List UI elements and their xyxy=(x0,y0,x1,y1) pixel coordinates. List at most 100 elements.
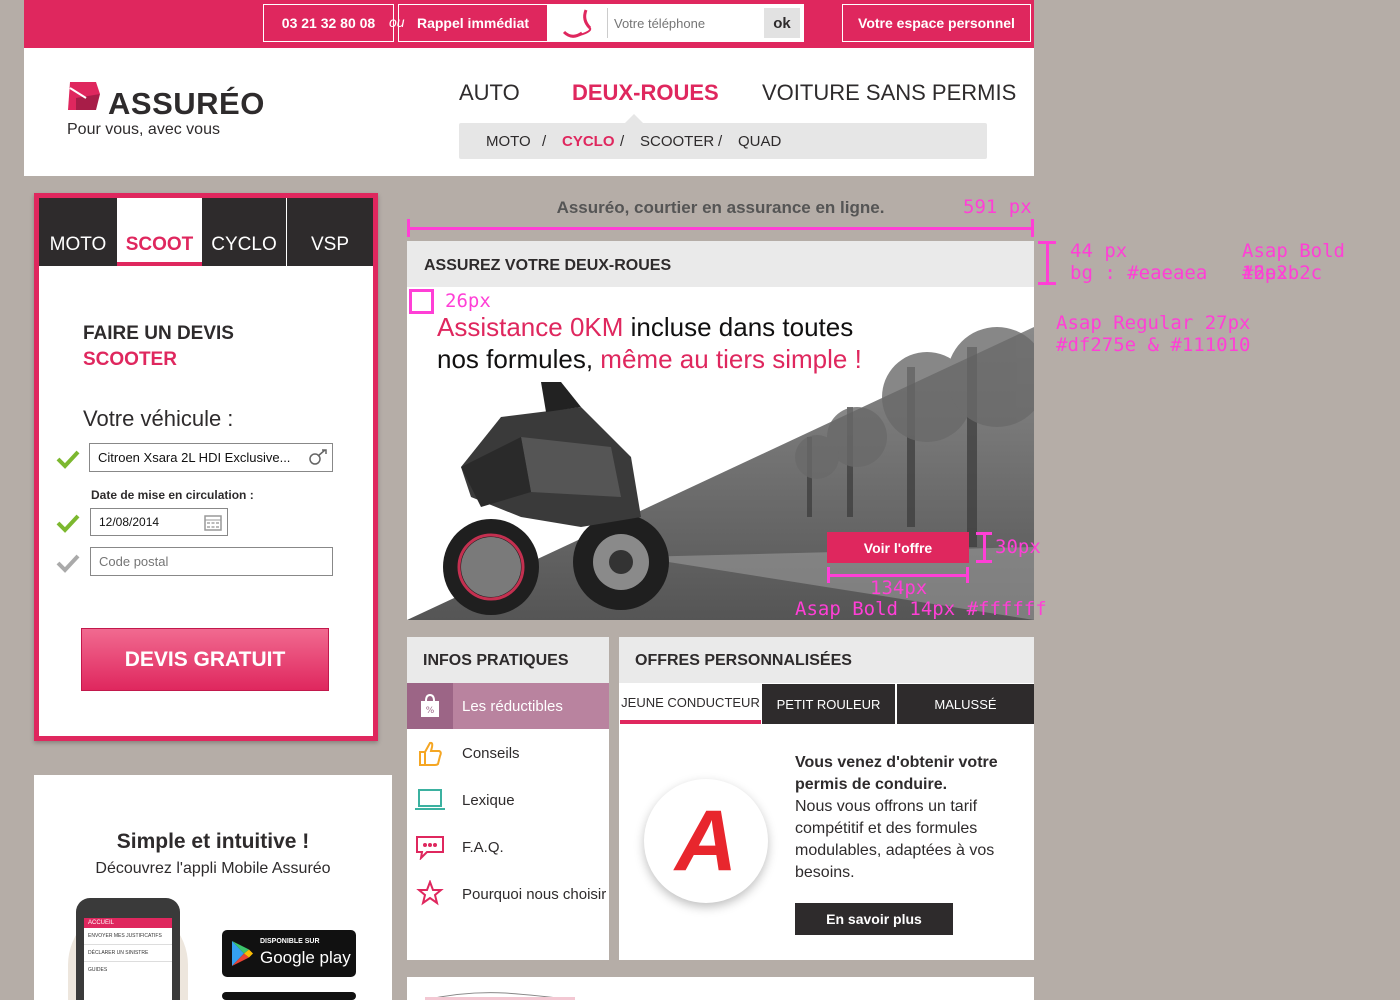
annotation-bg: bg : #eaeaea xyxy=(1070,262,1208,284)
infos-title: INFOS PRATIQUES xyxy=(423,652,569,669)
en-savoir-plus-button[interactable]: En savoir plus xyxy=(795,903,953,935)
app-subtitle: Découvrez l'appli Mobile Assuréo xyxy=(95,860,331,877)
annotation-font-regular-27: Asap Regular 27px xyxy=(1056,312,1251,334)
thumbs-up-icon xyxy=(407,730,453,776)
annotation-tick xyxy=(966,567,969,583)
date-value: 12/08/2014 xyxy=(99,515,160,529)
google-play-label: Google play xyxy=(260,948,351,967)
annotation-height-line xyxy=(1046,241,1049,285)
app-title: Simple et intuitive ! xyxy=(116,830,310,853)
annotation-tick xyxy=(827,567,830,583)
motorcycle-image xyxy=(443,382,669,615)
annotation-tick xyxy=(1038,241,1056,244)
nav-voiture-sans-permis[interactable]: VOITURE SANS PERMIS xyxy=(762,80,1016,106)
annotation-color-dark: #2e2b2c xyxy=(1242,262,1323,284)
google-play-small: DISPONIBLE SUR xyxy=(260,938,320,945)
callback-label: Rappel immédiat xyxy=(416,15,530,31)
info-item-reductibles[interactable]: % Les réductibles xyxy=(407,683,609,729)
banner-headline-line2: nos formules, même au tiers simple ! xyxy=(437,343,862,375)
annotation-width-134: 134px xyxy=(870,577,928,599)
shopping-bag-percent-icon: % xyxy=(407,683,453,729)
info-label: Lexique xyxy=(462,791,515,809)
annotation-tick xyxy=(1031,219,1034,237)
subnav-separator: / xyxy=(620,133,625,150)
subnav-cyclo[interactable]: CYCLO xyxy=(562,133,615,150)
google-play-icon xyxy=(232,941,253,966)
courtier-tagline: Assuréo, courtier en assurance en ligne. xyxy=(556,198,885,217)
vehicule-field[interactable]: Citroen Xsara 2L HDI Exclusive... xyxy=(89,443,333,472)
devis-title-line2: SCOOTER xyxy=(83,349,177,370)
calendar-icon[interactable] xyxy=(204,513,222,534)
callback-form: Rappel immédiat ok xyxy=(398,4,804,42)
devis-title: FAIRE UN DEVIS SCOOTER xyxy=(83,321,234,373)
a-letter: A xyxy=(674,792,738,889)
annotation-width-line xyxy=(407,227,1034,230)
phone-number[interactable]: 03 21 32 80 08 xyxy=(263,4,394,42)
nav-auto[interactable]: AUTO xyxy=(459,80,520,106)
voir-offre-button[interactable]: Voir l'offre xyxy=(827,532,969,563)
annotation-height-44: 44 px xyxy=(1070,240,1128,262)
annotation-size-30: 30px xyxy=(995,536,1041,558)
laptop-icon xyxy=(407,777,453,823)
tab-malusse[interactable]: MALUSSÉ xyxy=(897,684,1034,724)
annotation-width-591: 591 px xyxy=(963,196,1032,218)
tab-vsp[interactable]: VSP xyxy=(287,198,373,266)
subnav-separator: / xyxy=(718,133,723,150)
annotation-height-line xyxy=(983,532,986,563)
info-item-conseils[interactable]: Conseils xyxy=(407,730,609,776)
check-icon xyxy=(56,553,80,573)
phone-screen-item: DÉCLARER UN SINISTRE xyxy=(84,945,172,962)
tab-jeune-conducteur[interactable]: JEUNE CONDUCTEUR xyxy=(620,684,761,724)
edit-link-icon[interactable] xyxy=(308,448,328,469)
annotation-tick xyxy=(976,532,992,535)
tab-moto[interactable]: MOTO xyxy=(39,198,117,266)
banner-header-title: ASSUREZ VOTRE DEUX-ROUES xyxy=(424,257,672,274)
subnav-quad[interactable]: QUAD xyxy=(738,133,781,150)
tab-cyclo[interactable]: CYCLO xyxy=(202,198,286,266)
tab-scoot[interactable]: SCOOT xyxy=(117,198,202,266)
subnav-moto[interactable]: MOTO xyxy=(486,133,531,150)
postal-code-input[interactable] xyxy=(90,547,333,576)
banner-highlight: Assistance 0KM xyxy=(437,312,624,342)
logo-text[interactable]: ASSURÉO xyxy=(108,86,265,122)
offres-title: OFFRES PERSONNALISÉES xyxy=(635,652,852,669)
info-item-pourquoi[interactable]: Pourquoi nous choisir xyxy=(407,871,609,917)
annotation-size-26: 26px xyxy=(445,290,491,312)
annotation-tick xyxy=(1038,282,1056,285)
devis-title-line1: FAIRE UN DEVIS xyxy=(83,323,234,344)
phone-handset-icon xyxy=(547,5,607,41)
date-field[interactable]: 12/08/2014 xyxy=(90,508,228,536)
devis-gratuit-button[interactable]: DEVIS GRATUIT xyxy=(81,628,329,691)
info-item-lexique[interactable]: Lexique xyxy=(407,777,609,823)
nav-deux-roues[interactable]: DEUX-ROUES xyxy=(572,80,719,106)
check-icon xyxy=(56,449,80,469)
banner-text: nos formules, xyxy=(437,344,601,374)
logo-icon[interactable] xyxy=(66,80,102,119)
banner-highlight: même au tiers simple ! xyxy=(600,344,862,374)
check-icon xyxy=(56,513,80,533)
subnav-scooter[interactable]: SCOOTER xyxy=(640,133,714,150)
google-play-button[interactable]: DISPONIBLE SUR Google play xyxy=(222,930,356,977)
banner-image: Assistance 0KM incluse dans toutes nos f… xyxy=(407,287,1034,620)
permis-a-badge: A xyxy=(644,779,768,903)
annotation-banner-colors: #df275e & #111010 xyxy=(1056,334,1251,356)
phone-input[interactable] xyxy=(607,8,757,38)
phone-screen-item: GUIDES xyxy=(88,967,108,973)
tab-petit-rouleur[interactable]: PETIT ROULEUR xyxy=(762,684,895,724)
next-section-card xyxy=(407,977,1034,1000)
info-label: Les réductibles xyxy=(462,697,563,715)
subnav xyxy=(459,123,987,159)
vehicule-label: Votre véhicule : xyxy=(83,406,234,431)
info-label: Pourquoi nous choisir xyxy=(462,885,607,903)
ok-button[interactable]: ok xyxy=(764,8,800,38)
callback-input-area: ok xyxy=(547,5,803,41)
annotation-tick xyxy=(976,560,992,563)
espace-personnel-button[interactable]: Votre espace personnel xyxy=(842,4,1031,42)
annotation-tick xyxy=(407,219,410,237)
offre-description: Nous vous offrons un tarif compétitif et… xyxy=(795,798,995,881)
stars-icon xyxy=(407,871,453,917)
tagline: Pour vous, avec vous xyxy=(67,121,220,138)
vehicule-value: Citroen Xsara 2L HDI Exclusive... xyxy=(98,450,291,465)
info-item-faq[interactable]: F.A.Q. xyxy=(407,824,609,870)
app-store-button[interactable] xyxy=(222,992,356,1000)
